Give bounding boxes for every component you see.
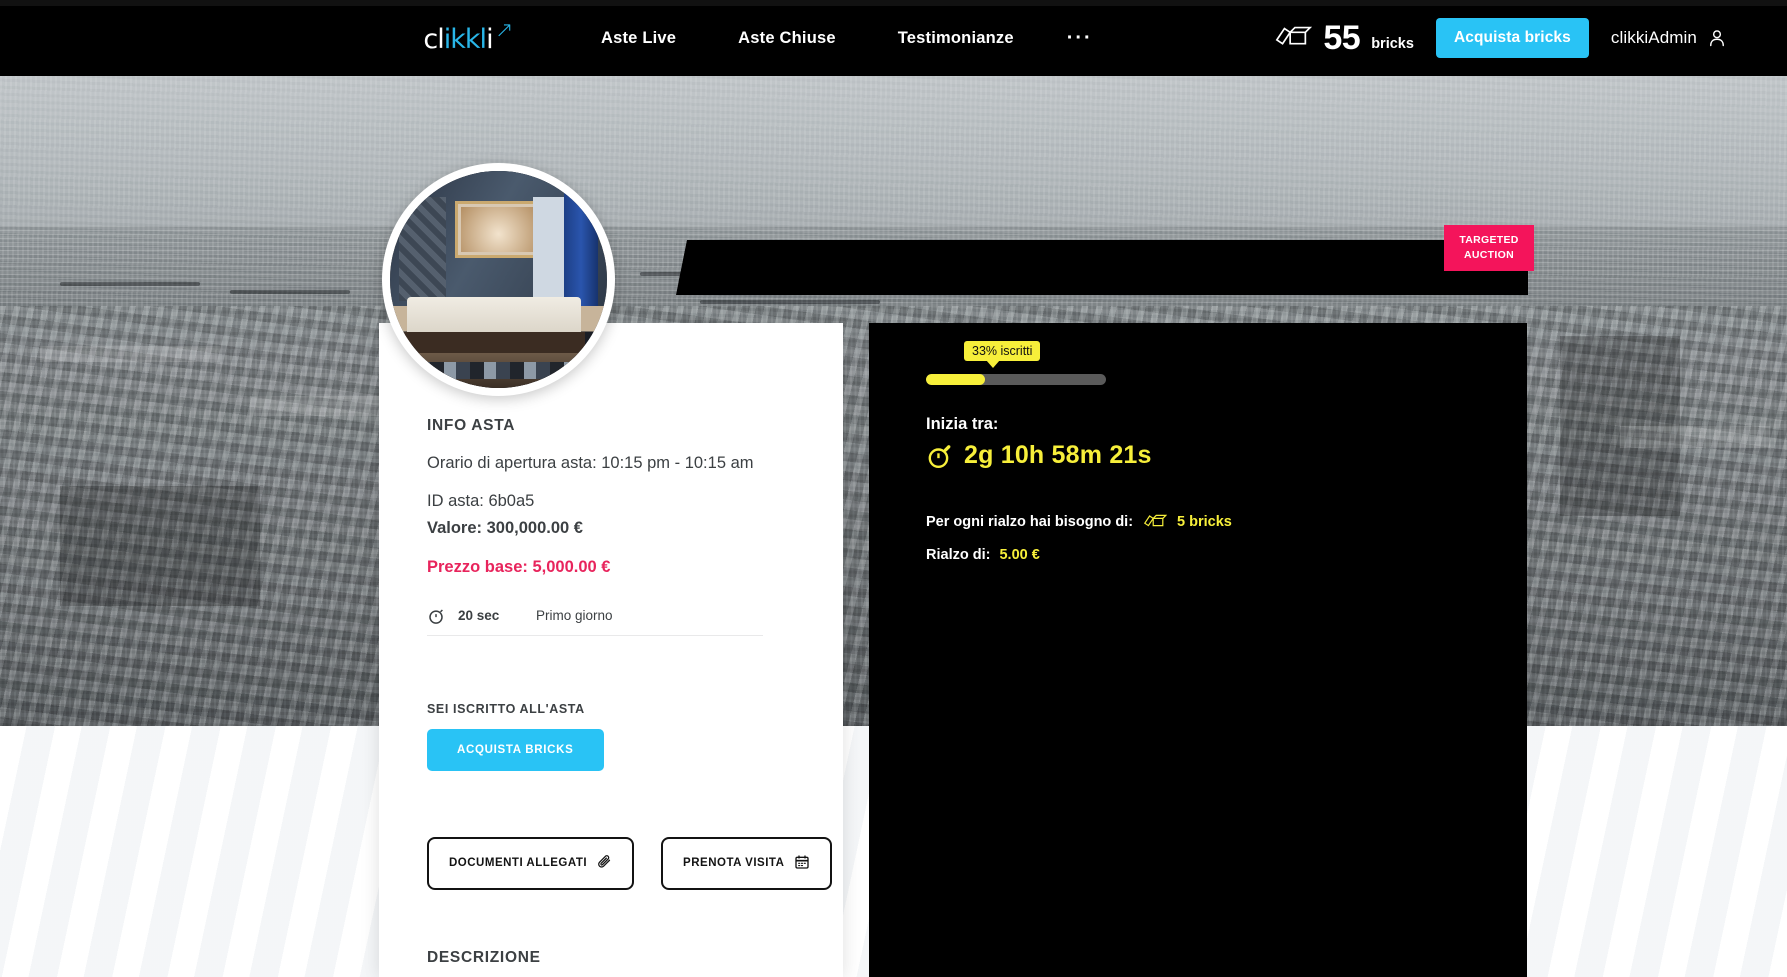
auction-title-band: [676, 240, 1528, 295]
bricks-unit-label: bricks: [1371, 36, 1414, 52]
photo-curtain: [563, 192, 599, 306]
status-badge-line1: TARGETED: [1459, 234, 1519, 247]
description-title: DESCRIZIONE: [427, 948, 541, 966]
status-badge-line2: AUCTION: [1464, 249, 1514, 261]
calendar-icon: [794, 854, 810, 873]
nav-link-aste-live[interactable]: Aste Live: [570, 0, 707, 76]
progress-fill: [926, 374, 986, 385]
auction-info-card: INFO ASTA Orario di apertura asta: 10:15…: [379, 323, 843, 977]
site-logo[interactable]: clikkli ↗: [398, 18, 518, 60]
opening-hours-text: Orario di apertura asta: 10:15 pm - 10:1…: [427, 454, 754, 472]
raise-requirement-value: 5 bricks: [1177, 514, 1232, 530]
raise-requirement-row: Per ogni rialzo hai bisogno di: 5 bricks: [926, 513, 1470, 531]
bricks-count: 55: [1323, 19, 1361, 57]
raise-amount-label: Rialzo di:: [926, 547, 991, 563]
bricks-icon: [1143, 513, 1168, 531]
nav-links: Aste Live Aste Chiuse Testimonianze ···: [570, 0, 1115, 76]
logo-text: clikkli ↗: [423, 17, 513, 55]
top-navigation-bar: clikkli ↗ Aste Live Aste Chiuse Testimoni…: [0, 0, 1787, 76]
prenota-visita-label: PRENOTA VISITA: [683, 857, 785, 870]
raise-requirement-label: Per ogni rialzo hai bisogno di:: [926, 514, 1134, 530]
subscribed-label: SEI ISCRITTO ALL'ASTA: [427, 701, 585, 716]
valore-label: Valore:: [427, 518, 483, 537]
auction-status-panel: 33% iscritti Inizia tra: 2g 10h 58m 21s: [869, 323, 1527, 977]
prenota-visita-button[interactable]: PRENOTA VISITA: [661, 836, 833, 890]
countdown-row: 2g 10h 58m 21s: [926, 441, 1470, 470]
nav-more-button[interactable]: ···: [1045, 3, 1115, 73]
auction-id-text: ID asta: 6b0a5: [427, 491, 535, 510]
acquista-bricks-button[interactable]: ACQUISTA BRICKS: [427, 728, 604, 771]
photo-artwork: [455, 201, 542, 258]
prezzo-base-label: Prezzo base:: [427, 557, 528, 576]
avatar-photo: [390, 171, 607, 388]
card-action-buttons: DOCUMENTI ALLEGATI PRENOTA VISITA: [427, 836, 833, 890]
buy-bricks-button[interactable]: Acquista bricks: [1435, 18, 1589, 58]
valore-row: Valore: 300,000.00 €: [427, 517, 795, 541]
progress-tooltip: 33% iscritti: [964, 341, 1041, 368]
progress-track: [926, 374, 1106, 385]
paperclip-icon: [597, 854, 612, 872]
prezzo-base-value: 5,000.00 €: [532, 557, 611, 576]
user-name: clikkiAdmin: [1610, 28, 1697, 47]
nav-right-section: 55 bricks Acquista bricks clikkiAdmin: [1274, 0, 1787, 76]
bricks-balance: 55 bricks: [1274, 21, 1414, 55]
timeline-day-label: Primo giorno: [536, 608, 613, 624]
user-menu[interactable]: clikkiAdmin: [1611, 27, 1727, 49]
photo-window: [533, 197, 564, 297]
subscribers-progress: 33% iscritti: [926, 341, 1106, 385]
starts-in-label: Inizia tra:: [926, 415, 999, 433]
avatar-image: [390, 171, 607, 388]
status-badge: TARGETED AUCTION: [1444, 225, 1534, 271]
info-section-title: INFO ASTA: [427, 417, 516, 434]
auction-timeline-row: 20 sec Primo giorno: [427, 607, 763, 636]
raise-amount-value: 5.00 €: [999, 547, 1040, 563]
stopwatch-icon: [427, 607, 445, 625]
user-icon: [1707, 27, 1727, 49]
countdown-value: 2g 10h 58m 21s: [964, 441, 1152, 469]
stopwatch-icon: [926, 443, 952, 469]
avatar: [382, 163, 615, 396]
valore-value: 300,000.00 €: [486, 518, 583, 537]
nav-link-testimonianze[interactable]: Testimonianze: [867, 0, 1045, 76]
raise-amount-row: Rialzo di: 5.00 €: [926, 547, 1470, 563]
bricks-icon: [1274, 23, 1313, 53]
documenti-allegati-label: DOCUMENTI ALLEGATI: [449, 857, 588, 870]
timeline-duration: 20 sec: [458, 608, 500, 624]
logo-spark-icon: ↗: [495, 17, 513, 43]
nav-link-aste-chiuse[interactable]: Aste Chiuse: [707, 0, 867, 76]
documenti-allegati-button[interactable]: DOCUMENTI ALLEGATI: [427, 836, 635, 890]
photo-bottom-strip: [390, 361, 607, 380]
auction-detail-page: TARGETED AUCTION INFO ASTA Orario di ape…: [0, 0, 1787, 977]
prezzo-base-row: Prezzo base: 5,000.00 €: [427, 558, 795, 577]
photo-panel: [398, 197, 447, 302]
